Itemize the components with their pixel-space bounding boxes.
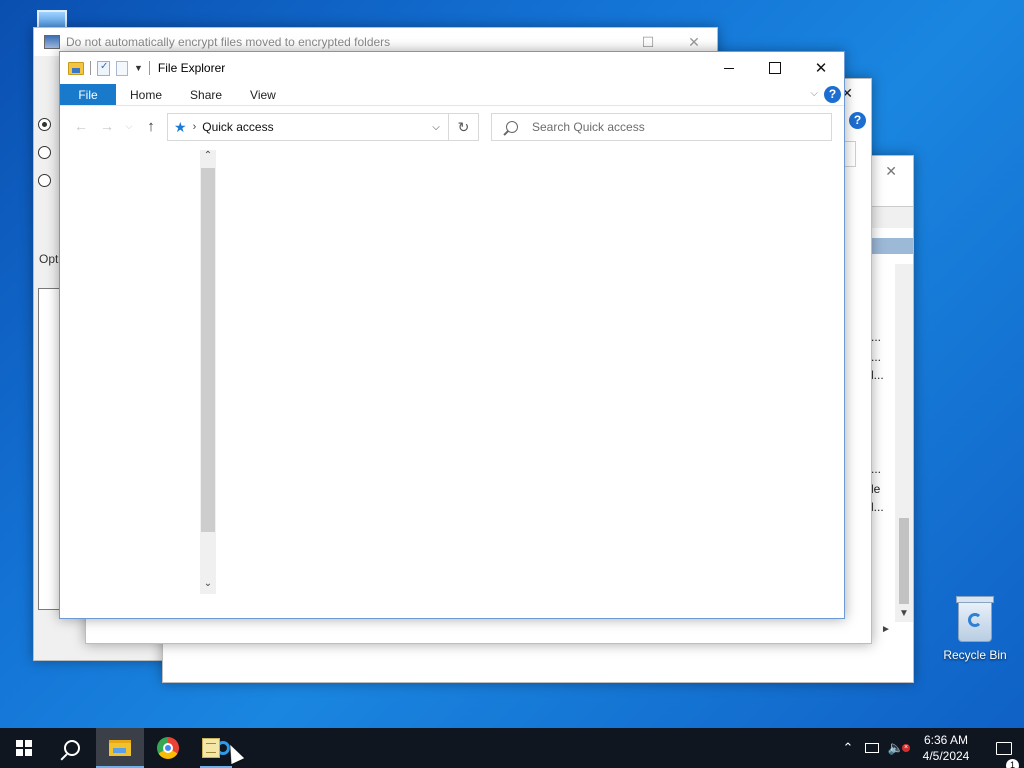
radio-option-1[interactable] bbox=[38, 118, 51, 131]
dialog-title: Do not automatically encrypt files moved… bbox=[66, 35, 391, 49]
search-icon bbox=[506, 121, 518, 133]
options-label: Opt bbox=[39, 252, 59, 266]
quick-access-toolbar: ▼ bbox=[60, 60, 150, 76]
new-folder-icon[interactable] bbox=[116, 60, 128, 76]
title-bar[interactable]: ▼ File Explorer ✕ bbox=[60, 52, 844, 84]
scroll-right-icon[interactable]: ► bbox=[881, 624, 891, 635]
taskbar-file-explorer[interactable] bbox=[96, 728, 144, 768]
list-item: le bbox=[871, 482, 881, 496]
clock-date: 4/5/2024 bbox=[922, 749, 970, 763]
search-icon bbox=[64, 740, 80, 756]
breadcrumb-chevron-icon[interactable]: › bbox=[193, 121, 197, 133]
address-bar[interactable]: ★ › Quick access ⌵ bbox=[167, 113, 449, 141]
scroll-down-icon[interactable]: ▼ bbox=[899, 608, 909, 619]
chrome-icon bbox=[157, 737, 179, 759]
action-center-button[interactable]: 1 bbox=[984, 741, 1024, 768]
recycle-bin-icon bbox=[956, 596, 994, 642]
list-item: ... bbox=[871, 330, 882, 344]
search-placeholder: Search Quick access bbox=[532, 120, 645, 134]
breadcrumb-location[interactable]: Quick access bbox=[202, 120, 273, 134]
navigation-pane[interactable]: ⌃ ⌄ bbox=[60, 146, 218, 598]
list-item: l... bbox=[871, 368, 884, 382]
scroll-thumb[interactable] bbox=[201, 168, 215, 532]
maximize-icon[interactable] bbox=[752, 52, 798, 84]
clock[interactable]: 6:36 AM 4/5/2024 bbox=[908, 732, 984, 764]
content-area: ⌃ ⌄ bbox=[60, 146, 844, 618]
close-icon[interactable]: ✕ bbox=[798, 52, 844, 84]
address-dropdown-chevron-icon[interactable]: ⌵ bbox=[424, 122, 448, 133]
help-icon[interactable]: ? bbox=[824, 86, 841, 103]
radio-option-3[interactable] bbox=[38, 174, 51, 187]
vertical-scrollbar[interactable] bbox=[895, 264, 913, 622]
folder-icon bbox=[109, 740, 131, 756]
scroll-thumb[interactable] bbox=[899, 518, 909, 604]
minimize-icon[interactable] bbox=[706, 52, 752, 84]
forward-arrow-icon[interactable]: → bbox=[94, 118, 120, 134]
taskbar: ⌃ 🔈 × 6:36 AM 4/5/2024 1 bbox=[0, 728, 1024, 768]
clock-time: 6:36 AM bbox=[923, 733, 969, 747]
start-button[interactable] bbox=[0, 728, 48, 768]
system-tray: ⌃ 🔈 × 6:36 AM 4/5/2024 1 bbox=[836, 728, 1024, 768]
ribbon-tabs: File Home Share View ⌵ ? bbox=[60, 84, 844, 106]
radio-group bbox=[38, 118, 60, 202]
notification-count: 1 bbox=[1006, 758, 1019, 768]
tab-share[interactable]: Share bbox=[176, 84, 236, 105]
window-title: File Explorer bbox=[157, 61, 226, 75]
recycle-bin-label: Recycle Bin bbox=[943, 648, 1007, 662]
tab-file[interactable]: File bbox=[60, 84, 116, 105]
desktop: Th Recycle Bin Do not automatically encr… bbox=[0, 0, 1024, 728]
maximize-icon[interactable]: ☐ bbox=[625, 34, 671, 51]
properties-icon[interactable] bbox=[97, 60, 110, 76]
scroll-up-chevron-icon[interactable]: ⌃ bbox=[200, 150, 216, 166]
close-icon[interactable]: ✕ bbox=[885, 163, 897, 180]
back-arrow-icon[interactable]: ← bbox=[68, 118, 94, 134]
list-item: ... bbox=[871, 462, 882, 476]
tab-home[interactable]: Home bbox=[116, 84, 176, 105]
help-icon[interactable]: ? bbox=[849, 112, 866, 129]
tab-view[interactable]: View bbox=[236, 84, 290, 105]
selected-row[interactable] bbox=[871, 238, 913, 254]
navigation-bar: ← → ⌵ ↑ ★ › Quick access ⌵ ↻ Search Quic… bbox=[60, 106, 844, 146]
header-band bbox=[871, 206, 913, 228]
list-item: ... bbox=[871, 350, 882, 364]
network-icon[interactable] bbox=[860, 741, 884, 756]
recycle-bin-desktop-icon[interactable]: Recycle Bin bbox=[937, 596, 1013, 662]
refresh-icon[interactable]: ↻ bbox=[449, 113, 479, 141]
search-box[interactable]: Search Quick access bbox=[491, 113, 832, 141]
taskbar-chrome[interactable] bbox=[144, 728, 192, 768]
close-icon[interactable]: ✕ bbox=[671, 34, 717, 51]
toolbar-separator bbox=[90, 61, 91, 75]
file-explorer-window: ▼ File Explorer ✕ File Home Share View ⌵… bbox=[59, 51, 845, 619]
list-item: l... bbox=[871, 500, 884, 514]
file-list-pane[interactable] bbox=[220, 146, 840, 614]
windows-logo-icon bbox=[16, 740, 32, 756]
dialog-app-icon bbox=[44, 35, 60, 49]
notepad-icon bbox=[202, 738, 220, 758]
folder-icon bbox=[68, 61, 84, 75]
toolbar-separator bbox=[148, 61, 150, 75]
window-controls: ✕ bbox=[706, 52, 844, 84]
show-hidden-icons-chevron-icon[interactable]: ⌃ bbox=[836, 740, 860, 756]
radio-option-2[interactable] bbox=[38, 146, 51, 159]
notification-icon bbox=[996, 741, 1012, 755]
quick-access-star-icon: ★ bbox=[174, 118, 187, 135]
taskbar-search-button[interactable] bbox=[48, 728, 96, 768]
customize-toolbar-chevron-icon[interactable]: ▼ bbox=[134, 63, 143, 73]
volume-muted-icon[interactable]: 🔈 × bbox=[884, 740, 910, 756]
scroll-down-chevron-icon[interactable]: ⌄ bbox=[200, 578, 216, 594]
recent-locations-chevron-icon[interactable]: ⌵ bbox=[120, 121, 138, 132]
expand-ribbon-chevron-icon[interactable]: ⌵ bbox=[810, 88, 818, 99]
up-arrow-icon[interactable]: ↑ bbox=[138, 118, 164, 135]
nav-pane-scrollbar[interactable]: ⌃ ⌄ bbox=[200, 150, 216, 594]
